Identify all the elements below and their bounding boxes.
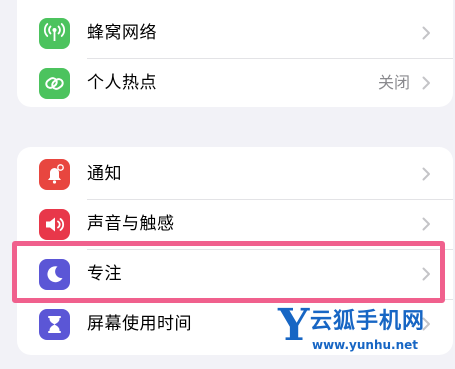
bell-icon [39, 159, 70, 190]
settings-row-hotspot[interactable]: 个人热点 关闭 [17, 58, 453, 107]
speaker-icon [39, 209, 70, 240]
chevron-right-icon [422, 26, 430, 40]
settings-row-label: 个人热点 [87, 73, 157, 93]
chevron-right-icon [422, 167, 430, 181]
settings-row-value: 关闭 [377, 73, 410, 92]
hourglass-icon [39, 309, 70, 340]
link-icon [39, 68, 70, 99]
settings-row-label: 蜂窝网络 [87, 23, 157, 43]
settings-group-network: 蜂窝网络 个人热点 关闭 [17, 0, 453, 107]
chevron-right-icon [422, 76, 430, 90]
settings-row-cellular[interactable]: 蜂窝网络 [17, 8, 453, 58]
watermark: Y 云狐手机网 www.yunhu.net [278, 301, 454, 365]
watermark-brand: 云狐手机网 [310, 309, 426, 334]
settings-row-notifications[interactable]: 通知 [17, 149, 453, 199]
watermark-url: www.yunhu.net [312, 338, 419, 352]
watermark-logo: Y [278, 300, 310, 351]
settings-row-label: 屏幕使用时间 [87, 314, 192, 334]
antenna-icon [39, 18, 70, 49]
focus-highlight-box [12, 241, 445, 303]
chevron-right-icon [422, 217, 430, 231]
settings-row-label: 通知 [87, 164, 122, 184]
